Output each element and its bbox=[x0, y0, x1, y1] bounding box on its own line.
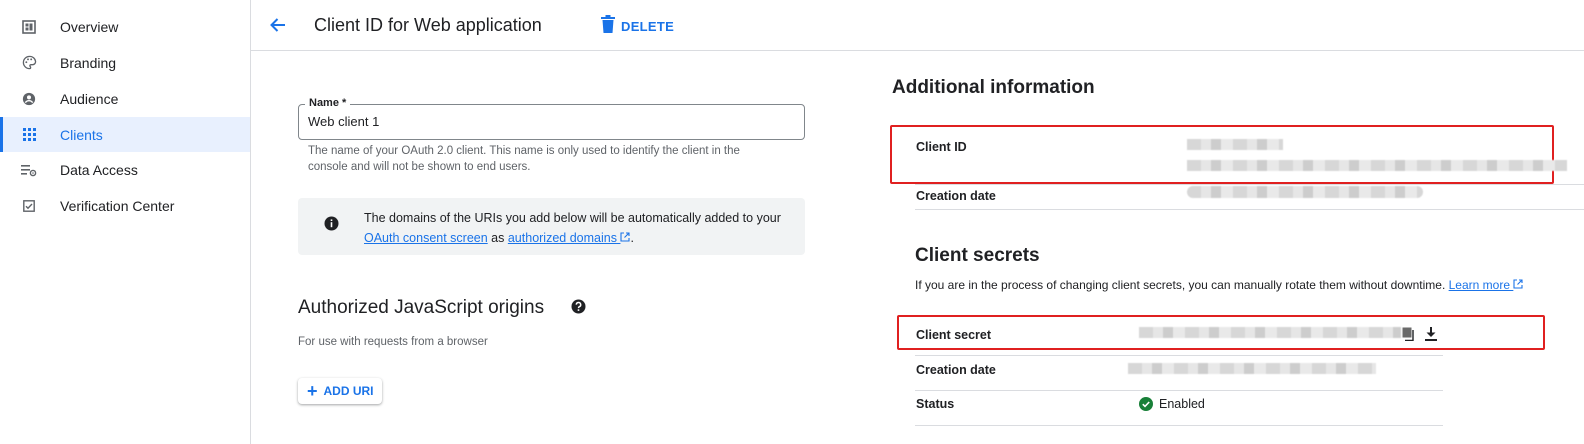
sidebar-item-clients[interactable]: Clients bbox=[0, 117, 250, 152]
status-value-text: Enabled bbox=[1159, 397, 1205, 411]
delete-label: DELETE bbox=[621, 18, 675, 34]
sidebar-item-label: Branding bbox=[60, 54, 117, 71]
client-id-value-redacted[interactable] bbox=[1187, 160, 1567, 171]
info-text-part: as bbox=[491, 231, 505, 245]
sidebar-item-verification-center[interactable]: Verification Center bbox=[0, 188, 250, 223]
plus-icon: + bbox=[307, 381, 318, 401]
page-header: Client ID for Web application DELETE bbox=[251, 0, 1584, 51]
sidebar-item-overview[interactable]: Overview bbox=[0, 9, 250, 44]
verified-checkbox-icon bbox=[21, 198, 37, 214]
client-secrets-title: Client secrets bbox=[915, 245, 1040, 266]
client-id-highlight-box bbox=[890, 125, 1554, 184]
divider bbox=[915, 425, 1443, 426]
sidebar-item-data-access[interactable]: Data Access bbox=[0, 152, 250, 187]
divider bbox=[915, 355, 1443, 356]
info-callout-text: The domains of the URIs you add below wi… bbox=[364, 208, 784, 248]
sidebar: Overview Branding Audience Clients Data … bbox=[0, 0, 251, 444]
sidebar-item-audience[interactable]: Audience bbox=[0, 81, 250, 116]
sidebar-item-label: Verification Center bbox=[60, 197, 175, 214]
sidebar-item-label: Overview bbox=[60, 18, 119, 35]
client-secret-label: Client secret bbox=[916, 328, 992, 342]
name-field[interactable] bbox=[308, 114, 788, 129]
client-id-value-redacted[interactable] bbox=[1187, 139, 1283, 150]
account-circle-icon bbox=[21, 91, 37, 107]
info-text-part: The domains of the URIs you add below wi… bbox=[364, 211, 781, 225]
back-arrow-icon[interactable] bbox=[265, 12, 291, 38]
sidebar-item-label: Data Access bbox=[60, 161, 138, 178]
check-circle-icon bbox=[1139, 397, 1153, 411]
add-uri-label: ADD URI bbox=[323, 384, 374, 398]
divider bbox=[915, 209, 1584, 210]
sidebar-item-label: Audience bbox=[60, 90, 119, 107]
oauth-consent-screen-link[interactable]: OAuth consent screen bbox=[364, 231, 488, 245]
secret-creation-date-value-redacted bbox=[1128, 363, 1376, 374]
status-label: Status bbox=[916, 397, 955, 411]
palette-icon bbox=[21, 55, 37, 71]
external-link-icon bbox=[620, 232, 631, 242]
authorized-domains-link-label: authorized domains bbox=[507, 231, 617, 245]
js-origins-title: Authorized JavaScript origins bbox=[298, 297, 545, 318]
data-access-icon bbox=[21, 162, 37, 178]
status-value: Enabled bbox=[1139, 397, 1205, 411]
name-field-label: Name * bbox=[305, 97, 351, 109]
download-icon[interactable] bbox=[1425, 327, 1437, 341]
add-uri-button[interactable]: + ADD URI bbox=[298, 378, 382, 404]
client-secret-value-redacted[interactable] bbox=[1139, 327, 1401, 338]
info-text-part: . bbox=[630, 231, 634, 245]
copy-icon[interactable] bbox=[1402, 327, 1414, 342]
help-icon[interactable] bbox=[571, 299, 586, 314]
name-field-hint: The name of your OAuth 2.0 client. This … bbox=[308, 145, 740, 173]
info-icon bbox=[324, 216, 339, 231]
client-secrets-description: If you are in the process of changing cl… bbox=[915, 278, 1523, 292]
dashboard-icon bbox=[21, 19, 37, 35]
js-origins-subtitle: For use with requests from a browser bbox=[298, 336, 488, 348]
divider bbox=[915, 390, 1443, 391]
page-title: Client ID for Web application bbox=[314, 15, 542, 35]
creation-date-value-redacted bbox=[1187, 186, 1423, 198]
delete-button[interactable]: DELETE bbox=[601, 14, 674, 38]
external-link-icon bbox=[1513, 279, 1523, 289]
sidebar-item-branding[interactable]: Branding bbox=[0, 45, 250, 80]
authorized-domains-link[interactable]: authorized domains bbox=[508, 231, 631, 245]
grid-icon bbox=[21, 127, 37, 143]
sidebar-item-label: Clients bbox=[60, 126, 103, 143]
client-secrets-description-text: If you are in the process of changing cl… bbox=[915, 278, 1446, 292]
learn-more-link[interactable]: Learn more bbox=[1449, 278, 1524, 292]
learn-more-label: Learn more bbox=[1448, 278, 1510, 292]
additional-info-title: Additional information bbox=[892, 77, 1095, 98]
client-id-label: Client ID bbox=[916, 140, 967, 154]
creation-date-label: Creation date bbox=[916, 189, 996, 203]
divider bbox=[915, 184, 1584, 185]
secret-creation-date-label: Creation date bbox=[916, 363, 996, 377]
trash-icon bbox=[601, 14, 615, 38]
